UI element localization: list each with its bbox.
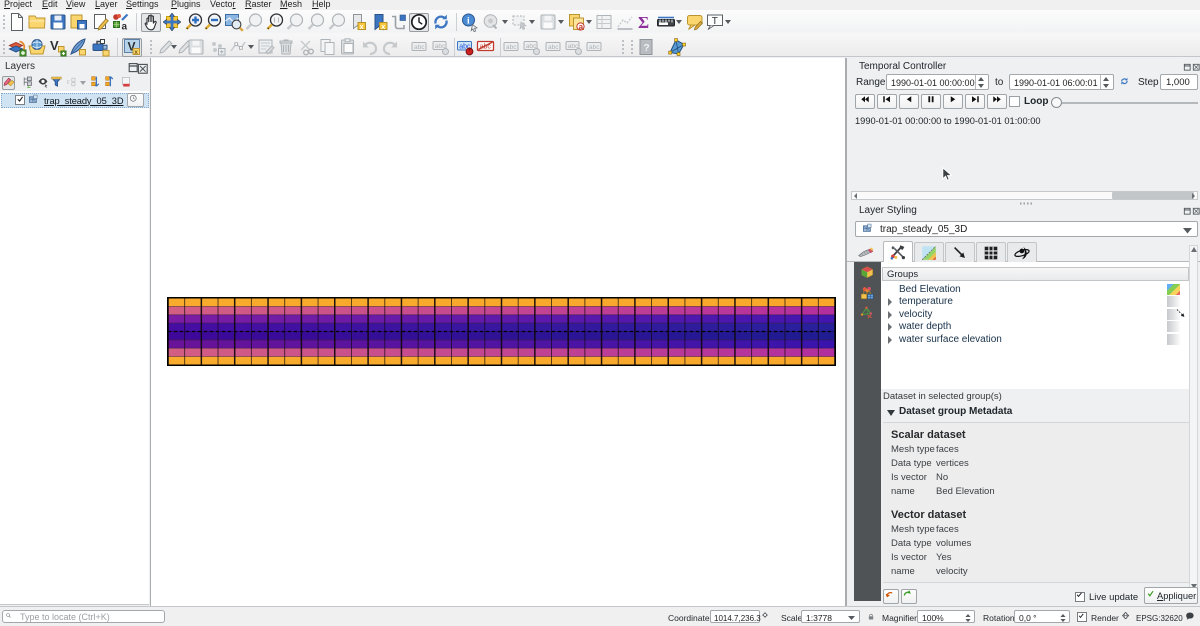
- svg-text:V: V: [50, 38, 59, 53]
- svg-text:x: x: [134, 49, 138, 56]
- svg-text:abc: abc: [548, 44, 559, 51]
- svg-text:x: x: [381, 24, 385, 31]
- svg-text:i: i: [467, 17, 470, 27]
- svg-text:x: x: [360, 24, 364, 31]
- svg-text:abc: abc: [480, 44, 492, 51]
- svg-text:Σ: Σ: [638, 13, 649, 32]
- svg-text:abc: abc: [506, 44, 517, 51]
- svg-text:T: T: [712, 16, 718, 27]
- svg-text:ε: ε: [67, 77, 71, 86]
- svg-text:abc: abc: [589, 44, 600, 51]
- svg-text:?: ?: [644, 43, 650, 54]
- svg-text:abc: abc: [414, 44, 425, 51]
- svg-text:a: a: [122, 22, 128, 33]
- svg-text:a: a: [579, 22, 584, 31]
